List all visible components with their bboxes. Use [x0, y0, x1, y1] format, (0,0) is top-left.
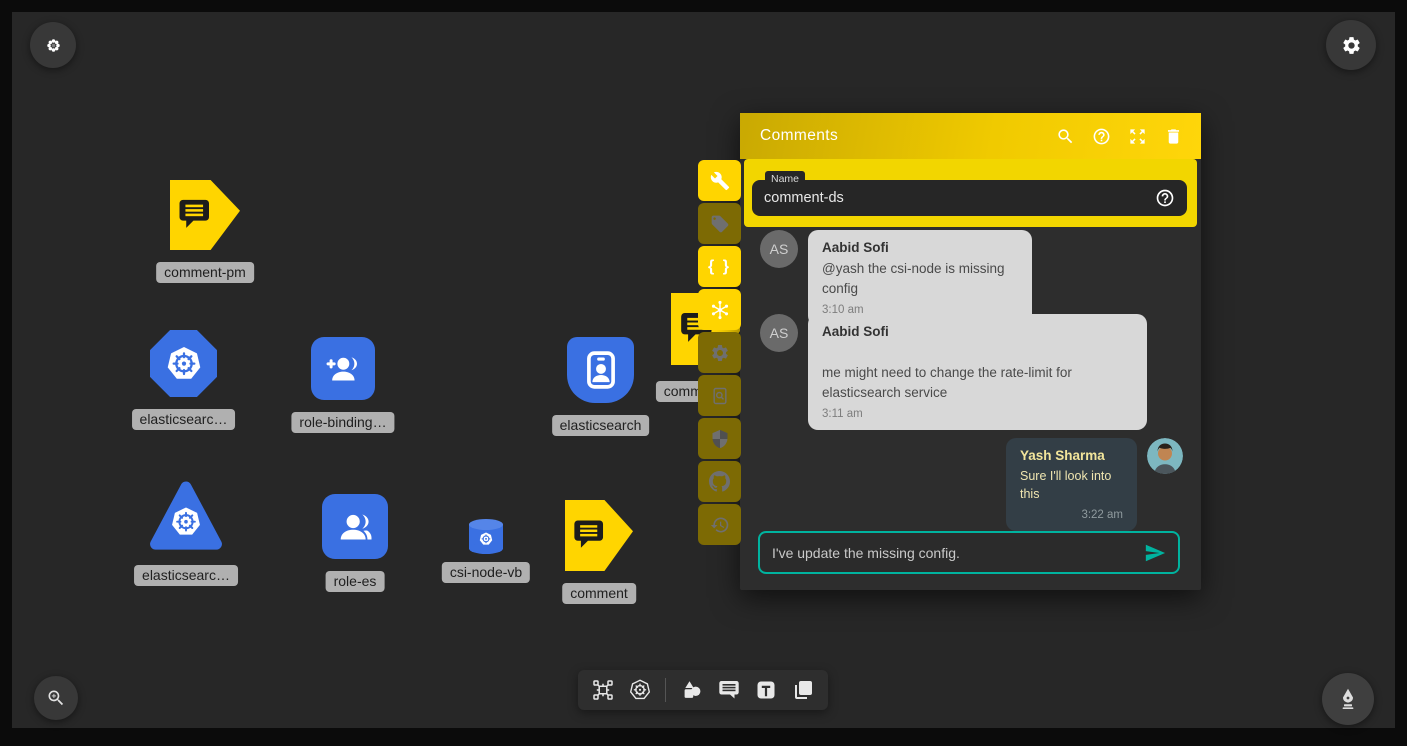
name-field-label: Name — [765, 171, 805, 187]
message-author: Yash Sharma — [1020, 448, 1123, 463]
node-elasticsearch-serviceaccount[interactable]: elasticsearch — [567, 337, 634, 403]
node-role-binding[interactable]: role-binding… — [311, 337, 375, 400]
gear-icon — [710, 343, 730, 363]
avatar: AS — [760, 230, 798, 268]
badge-shape — [567, 337, 634, 403]
node-label: comment-pm — [156, 262, 254, 283]
node-elasticsearch-triangle[interactable]: elasticsearc… — [148, 480, 224, 553]
security-tool-button[interactable] — [698, 418, 741, 459]
group-icon — [333, 505, 377, 549]
message-text: @yash the csi-node is missing config — [822, 259, 1018, 298]
zoom-in-button[interactable] — [34, 676, 78, 720]
flower-icon — [45, 37, 62, 54]
help-circle-icon[interactable] — [1155, 188, 1175, 208]
text-tool-icon[interactable] — [754, 678, 778, 702]
node-action-toolbar: { } — [698, 160, 741, 545]
node-label: elasticsearch — [552, 415, 650, 436]
settings-tool-button[interactable] — [698, 332, 741, 373]
comment-node-shape — [170, 180, 240, 250]
app-menu-button[interactable] — [30, 22, 76, 68]
node-label: comment — [562, 583, 636, 604]
node-elasticsearch-octagon[interactable]: elasticsearc… — [150, 330, 217, 397]
comment-icon[interactable] — [717, 678, 741, 702]
kubernetes-icon — [168, 504, 204, 540]
node-comment-pm[interactable]: comment-pm — [170, 180, 240, 250]
document-search-icon — [710, 386, 730, 406]
json-config-tool-button[interactable]: { } — [698, 246, 741, 287]
service-account-icon — [579, 348, 623, 392]
node-comment[interactable]: comment — [565, 500, 633, 571]
comments-panel-header[interactable]: Comments — [740, 113, 1201, 159]
tag-icon — [710, 214, 730, 234]
canvas-insert-toolbar — [578, 670, 828, 710]
delete-icon[interactable] — [1164, 127, 1183, 146]
node-label: csi-node-vb — [442, 562, 530, 583]
tag-tool-button[interactable] — [698, 203, 741, 244]
pen-tool-button[interactable] — [1322, 673, 1374, 725]
mesh-tool-button[interactable] — [698, 289, 741, 330]
toolbar-divider — [665, 678, 666, 702]
history-tool-button[interactable] — [698, 504, 741, 545]
node-csi-node-vb[interactable]: csi-node-vb — [469, 519, 503, 554]
comment-icon — [175, 195, 214, 234]
node-label: role-es — [326, 571, 385, 592]
node-label: role-binding… — [291, 412, 394, 433]
help-icon[interactable] — [1092, 127, 1111, 146]
shapes-icon[interactable] — [680, 678, 704, 702]
chat-message: AS Aabid Sofi @yash the csi-node is miss… — [760, 230, 1032, 326]
expand-icon[interactable] — [1128, 127, 1147, 146]
document-scan-tool-button[interactable] — [698, 375, 741, 416]
comments-panel: Comments Name AS Aabid Sofi @yash the cs… — [740, 113, 1201, 590]
search-icon[interactable] — [1056, 127, 1075, 146]
zoom-in-icon — [46, 688, 66, 708]
settings-button[interactable] — [1326, 20, 1376, 70]
message-time: 3:11 am — [822, 408, 1133, 420]
chat-input-row — [758, 531, 1180, 574]
comment-icon — [570, 515, 607, 554]
kubernetes-icon[interactable] — [628, 678, 652, 702]
kubernetes-icon — [478, 531, 494, 547]
mesh-hub-icon — [709, 299, 731, 321]
wrench-icon — [710, 171, 730, 191]
panel-title: Comments — [760, 127, 838, 145]
message-author: Aabid Sofi — [822, 240, 1018, 255]
chat-message-input[interactable] — [772, 545, 1144, 561]
chat-message: Yash Sharma Sure I'll look into this 3:2… — [1006, 438, 1183, 531]
shield-icon — [710, 429, 730, 449]
node-label: elasticsearc… — [134, 565, 238, 586]
github-tool-button[interactable] — [698, 461, 741, 502]
rounded-square-shape — [311, 337, 375, 400]
node-label: elasticsearc… — [132, 409, 236, 430]
image-layer-icon[interactable] — [791, 678, 815, 702]
chat-message: AS Aabid Sofi me might need to change th… — [760, 314, 1147, 430]
message-text: Sure I'll look into this — [1020, 467, 1123, 503]
message-text: me might need to change the rate-limit f… — [822, 363, 1133, 402]
rounded-square-shape — [322, 494, 388, 559]
message-author: Aabid Sofi — [822, 324, 1133, 339]
configure-tool-button[interactable] — [698, 160, 741, 201]
braces-icon: { } — [708, 258, 731, 276]
message-time: 3:22 am — [1020, 509, 1123, 521]
name-input[interactable] — [764, 190, 1155, 206]
name-field[interactable] — [752, 180, 1187, 216]
pen-nib-icon — [1336, 687, 1360, 711]
avatar-photo — [1147, 438, 1183, 474]
component-graph-icon[interactable] — [591, 678, 615, 702]
github-icon — [709, 471, 730, 492]
gear-icon — [1341, 35, 1362, 56]
selected-node-config: Name — [744, 159, 1197, 227]
kubernetes-icon — [163, 343, 205, 385]
history-icon — [710, 515, 730, 535]
group-add-icon — [322, 348, 364, 390]
send-icon[interactable] — [1144, 542, 1166, 564]
avatar: AS — [760, 314, 798, 352]
comment-node-shape — [565, 500, 633, 571]
node-role-es[interactable]: role-es — [322, 494, 388, 559]
